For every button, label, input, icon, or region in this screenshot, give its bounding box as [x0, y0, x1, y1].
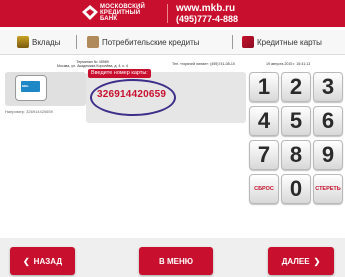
datetime: 19 августа 2015 г. 15:41:13: [266, 62, 311, 66]
example-hint: Например: 326914420659: [5, 109, 53, 114]
deposits-icon: [17, 36, 29, 48]
header-bar: МОСКОВСКИЙ КРЕДИТНЫЙ БАНК www.mkb.ru (49…: [0, 0, 345, 27]
menu-button-label: В МЕНЮ: [158, 256, 194, 266]
menu-button[interactable]: В МЕНЮ: [139, 247, 213, 275]
back-button[interactable]: ❮ НАЗАД: [10, 247, 75, 275]
header-phone: (495)777-4-888: [176, 14, 239, 24]
nav-consumer-loans[interactable]: Потребительские кредиты: [87, 30, 200, 54]
terminal-info: Терминал № 45989 Москва, ул. Академика К…: [57, 60, 128, 68]
card-logo-text: МКБ: [22, 84, 29, 88]
nav-divider: [76, 35, 77, 49]
key-6[interactable]: 6: [313, 106, 343, 136]
nav-deposits[interactable]: Вклады: [17, 30, 60, 54]
key-1[interactable]: 1: [249, 72, 279, 102]
chevron-right-icon: ❯: [313, 256, 321, 266]
key-5[interactable]: 5: [281, 106, 311, 136]
credit-cards-icon: [242, 36, 254, 48]
clear-button[interactable]: СБРОС: [249, 174, 279, 204]
hotline-info: Тел. «горячей линии»: (495)741-08-10: [172, 62, 235, 66]
key-7[interactable]: 7: [249, 140, 279, 170]
input-label: Введите номер карты:: [88, 69, 151, 78]
key-2[interactable]: 2: [281, 72, 311, 102]
header-url: www.mkb.ru: [176, 3, 236, 14]
erase-button[interactable]: СТЕРЕТЬ: [313, 174, 343, 204]
header-divider: [167, 4, 168, 23]
nav-credit-cards-label: Кредитные карты: [257, 37, 322, 47]
top-nav: Вклады Потребительские кредиты Кредитные…: [0, 30, 345, 55]
nav-consumer-loans-label: Потребительские кредиты: [102, 37, 200, 47]
calculator-icon: [87, 36, 99, 48]
key-0[interactable]: 0: [281, 174, 311, 204]
card-number-value: 326914420659: [97, 89, 167, 100]
key-9[interactable]: 9: [313, 140, 343, 170]
chevron-left-icon: ❮: [22, 256, 30, 266]
key-4[interactable]: 4: [249, 106, 279, 136]
nav-credit-cards[interactable]: Кредитные карты: [242, 30, 322, 54]
next-button-label: ДАЛЕЕ: [281, 256, 310, 266]
next-button[interactable]: ДАЛЕЕ ❯: [268, 247, 334, 275]
nav-divider: [232, 35, 233, 49]
bank-name: МОСКОВСКИЙ КРЕДИТНЫЙ БАНК: [100, 4, 146, 22]
card-icon: МКБ: [15, 75, 47, 101]
bank-logo-icon: [82, 5, 98, 20]
nav-deposits-label: Вклады: [32, 37, 61, 47]
back-button-label: НАЗАД: [33, 256, 63, 266]
key-8[interactable]: 8: [281, 140, 311, 170]
key-3[interactable]: 3: [313, 72, 343, 102]
